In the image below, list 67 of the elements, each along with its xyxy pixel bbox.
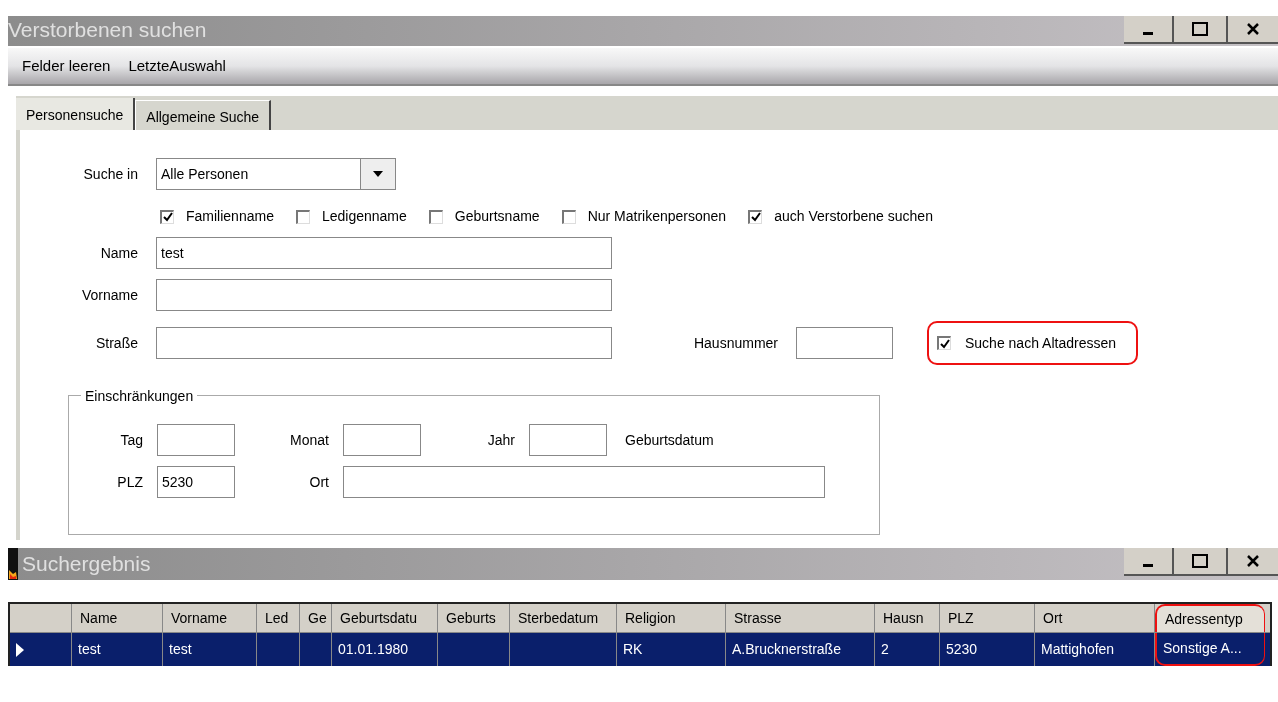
checkbox[interactable] [748,209,763,224]
checkbox[interactable] [160,209,174,224]
checkbox-label: Ledigenname [321,207,407,226]
row-pointer-icon [16,642,24,657]
name-field[interactable]: test [156,237,612,269]
maximize-button[interactable] [1174,16,1228,44]
menu-item[interactable]: Felder leeren [22,54,111,78]
field-label: Straße [95,333,138,353]
checkbox-label: Nur Matrikenpersonen [587,207,727,226]
checkbox[interactable] [428,209,443,224]
street-field[interactable] [156,327,612,359]
window-title: Suchergebnis [22,551,151,578]
table-row[interactable]: test test 01.01.1980 RK A.Brucknerstraße 2 5230 Mattighofen Sonstige A... [10,632,1270,666]
city-field[interactable] [343,466,825,498]
close-icon [1246,22,1260,36]
field-label: Suche in [82,164,138,184]
field-label: PLZ [116,472,143,492]
first-name-field[interactable] [156,279,612,311]
minimize-icon [1143,563,1153,567]
checkbox-label: Geburtsname [454,207,540,226]
minimize-button[interactable] [1124,548,1174,576]
table-cell-text: test [169,640,192,659]
table-cell-text: 2 [881,640,889,659]
tab[interactable]: Allgemeine Suche [135,100,272,130]
field-label: Hausnummer [692,333,778,353]
year-field[interactable] [529,424,607,456]
menu-item[interactable]: LetzteAuswahl [128,54,226,78]
close-icon [1246,554,1260,568]
minimize-button[interactable] [1124,16,1174,44]
maximize-icon [1192,554,1208,568]
search-in-dropdown[interactable]: Alle Personen [156,158,396,190]
day-field[interactable] [157,424,235,456]
field-label: Monat [289,430,329,450]
birthdate-label: Geburtsdatum [625,430,714,450]
table-cell-text: test [78,640,101,659]
checkbox-label: Suche nach Altadressen [965,333,1116,353]
maximize-icon [1192,22,1208,36]
table-cell-text: Mattighofen [1041,640,1115,659]
table-cell-text: Sonstige A... [1163,639,1242,658]
minimize-icon [1143,31,1153,35]
checkbox[interactable] [937,336,951,350]
postal-code-field[interactable]: 5230 [157,466,235,498]
flame-icon [8,548,18,580]
column-header[interactable]: Adressentyp [1155,604,1265,632]
checkbox-label: auch Verstorbene suchen [774,207,933,226]
table-cell-text: A.Brucknerstraße [732,640,841,659]
checkbox[interactable] [295,209,310,224]
checkmark-icon [162,212,173,222]
maximize-button[interactable] [1174,548,1228,576]
field-label: Ort [308,472,329,492]
field-label: Name [99,243,138,263]
close-button[interactable] [1228,16,1278,44]
checkbox[interactable] [561,209,576,224]
table-cell-text: RK [623,640,643,659]
checkmark-icon [750,212,761,222]
field-label: Vorname [80,285,138,305]
house-number-field[interactable] [796,327,893,359]
table-cell-text: 5230 [946,640,978,659]
month-field[interactable] [343,424,421,456]
tab[interactable]: Personensuche [16,98,136,130]
field-label: Jahr [486,430,515,450]
close-button[interactable] [1228,548,1278,576]
field-label: Tag [119,430,143,450]
checkmark-icon [939,338,950,349]
table-cell-text: 01.01.1980 [338,640,409,659]
checkbox-label: Familienname [186,207,274,226]
window-title: Verstorbenen suchen [8,17,207,43]
